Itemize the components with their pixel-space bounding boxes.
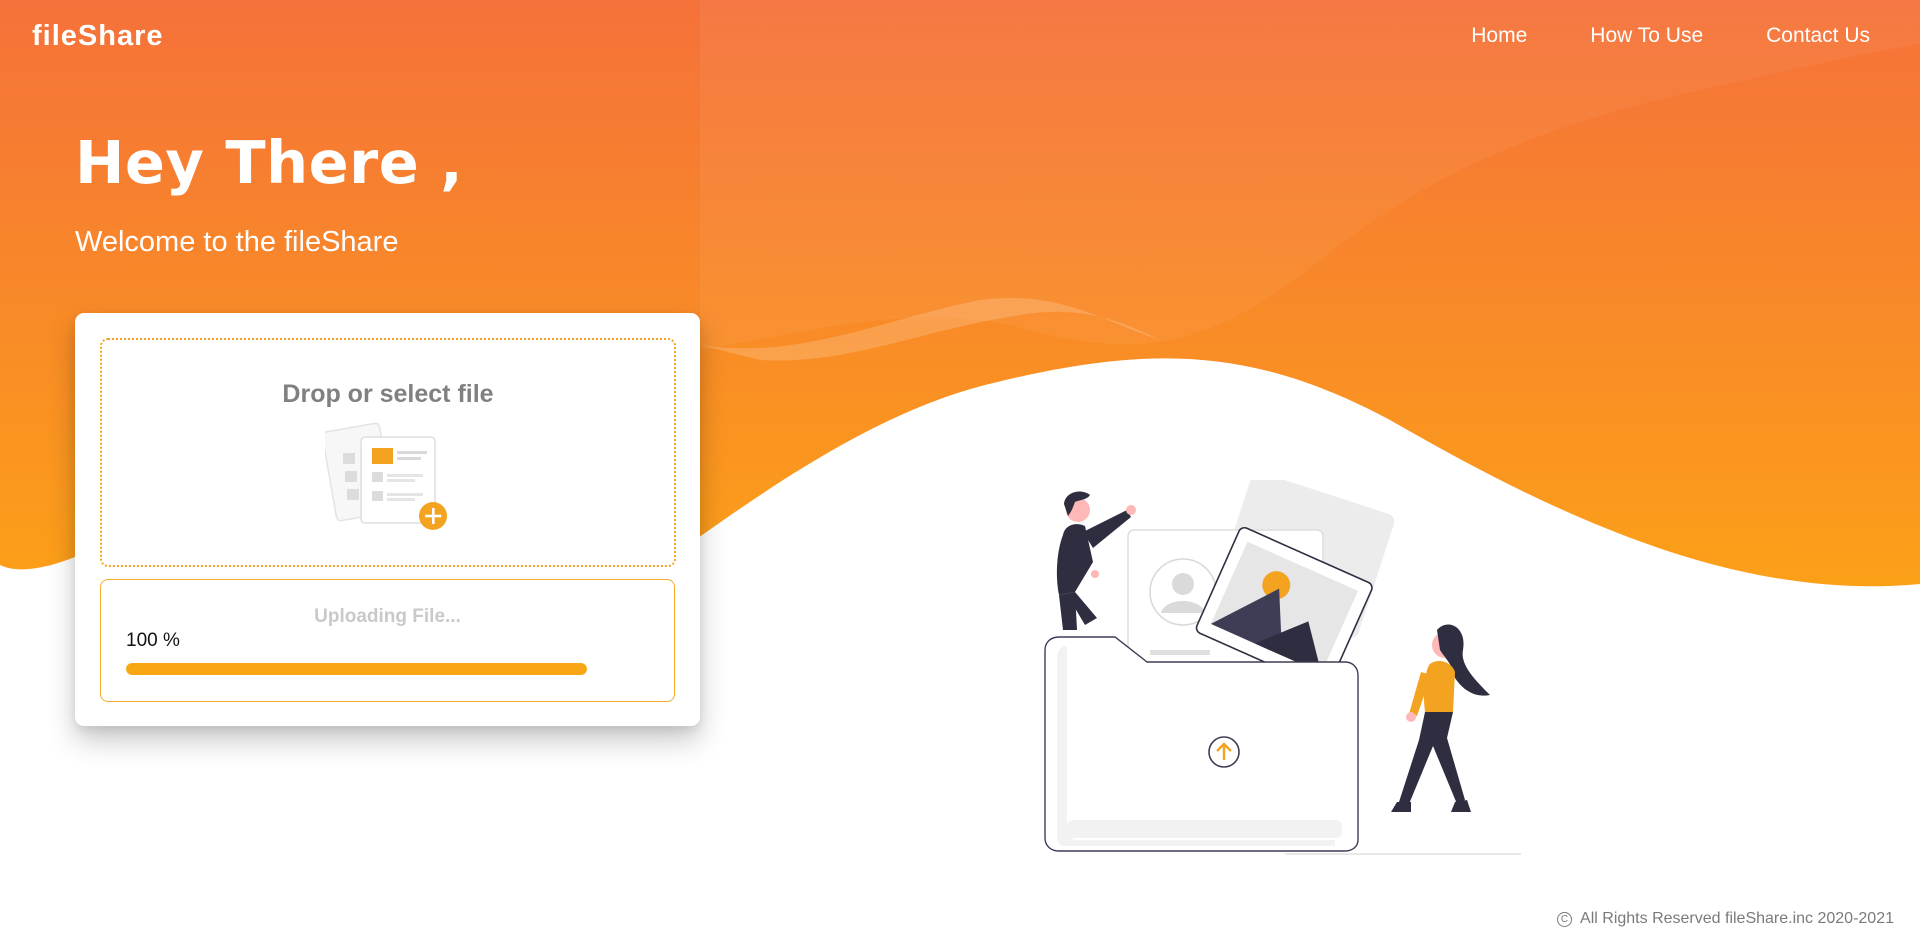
nav-how-to-use-link[interactable]: How To Use — [1590, 24, 1703, 48]
file-add-icon — [325, 422, 447, 530]
progress-bar-fill — [126, 663, 587, 675]
brand-logo[interactable]: fileShare — [32, 20, 164, 53]
nav-links: Home How To Use Contact Us — [1408, 24, 1870, 48]
dropzone-label: Drop or select file — [282, 380, 494, 408]
upload-status-label: Uploading File... — [314, 606, 461, 627]
nav-home-link[interactable]: Home — [1471, 24, 1527, 48]
upload-card: Drop or select file Uploading File... 10… — [75, 313, 700, 726]
file-dropzone[interactable]: Drop or select file — [100, 338, 676, 567]
hero-subtitle: Welcome to the fileShare — [75, 226, 399, 258]
copyright-icon: C — [1557, 911, 1573, 927]
footer-copyright-text: All Rights Reserved fileShare.inc 2020-2… — [1580, 910, 1894, 927]
progress-bar — [126, 663, 587, 675]
people-upload-folder-illustration — [1044, 480, 1521, 855]
nav-contact-us-link[interactable]: Contact Us — [1766, 24, 1870, 48]
upload-progress-box: Uploading File... 100 % — [100, 579, 675, 702]
upload-percent-label: 100 % — [126, 630, 180, 651]
navbar: fileShare Home How To Use Contact Us — [0, 0, 1920, 76]
footer: C All Rights Reserved fileShare.inc 2020… — [1557, 910, 1894, 928]
hero-title: Hey There , — [75, 128, 464, 197]
